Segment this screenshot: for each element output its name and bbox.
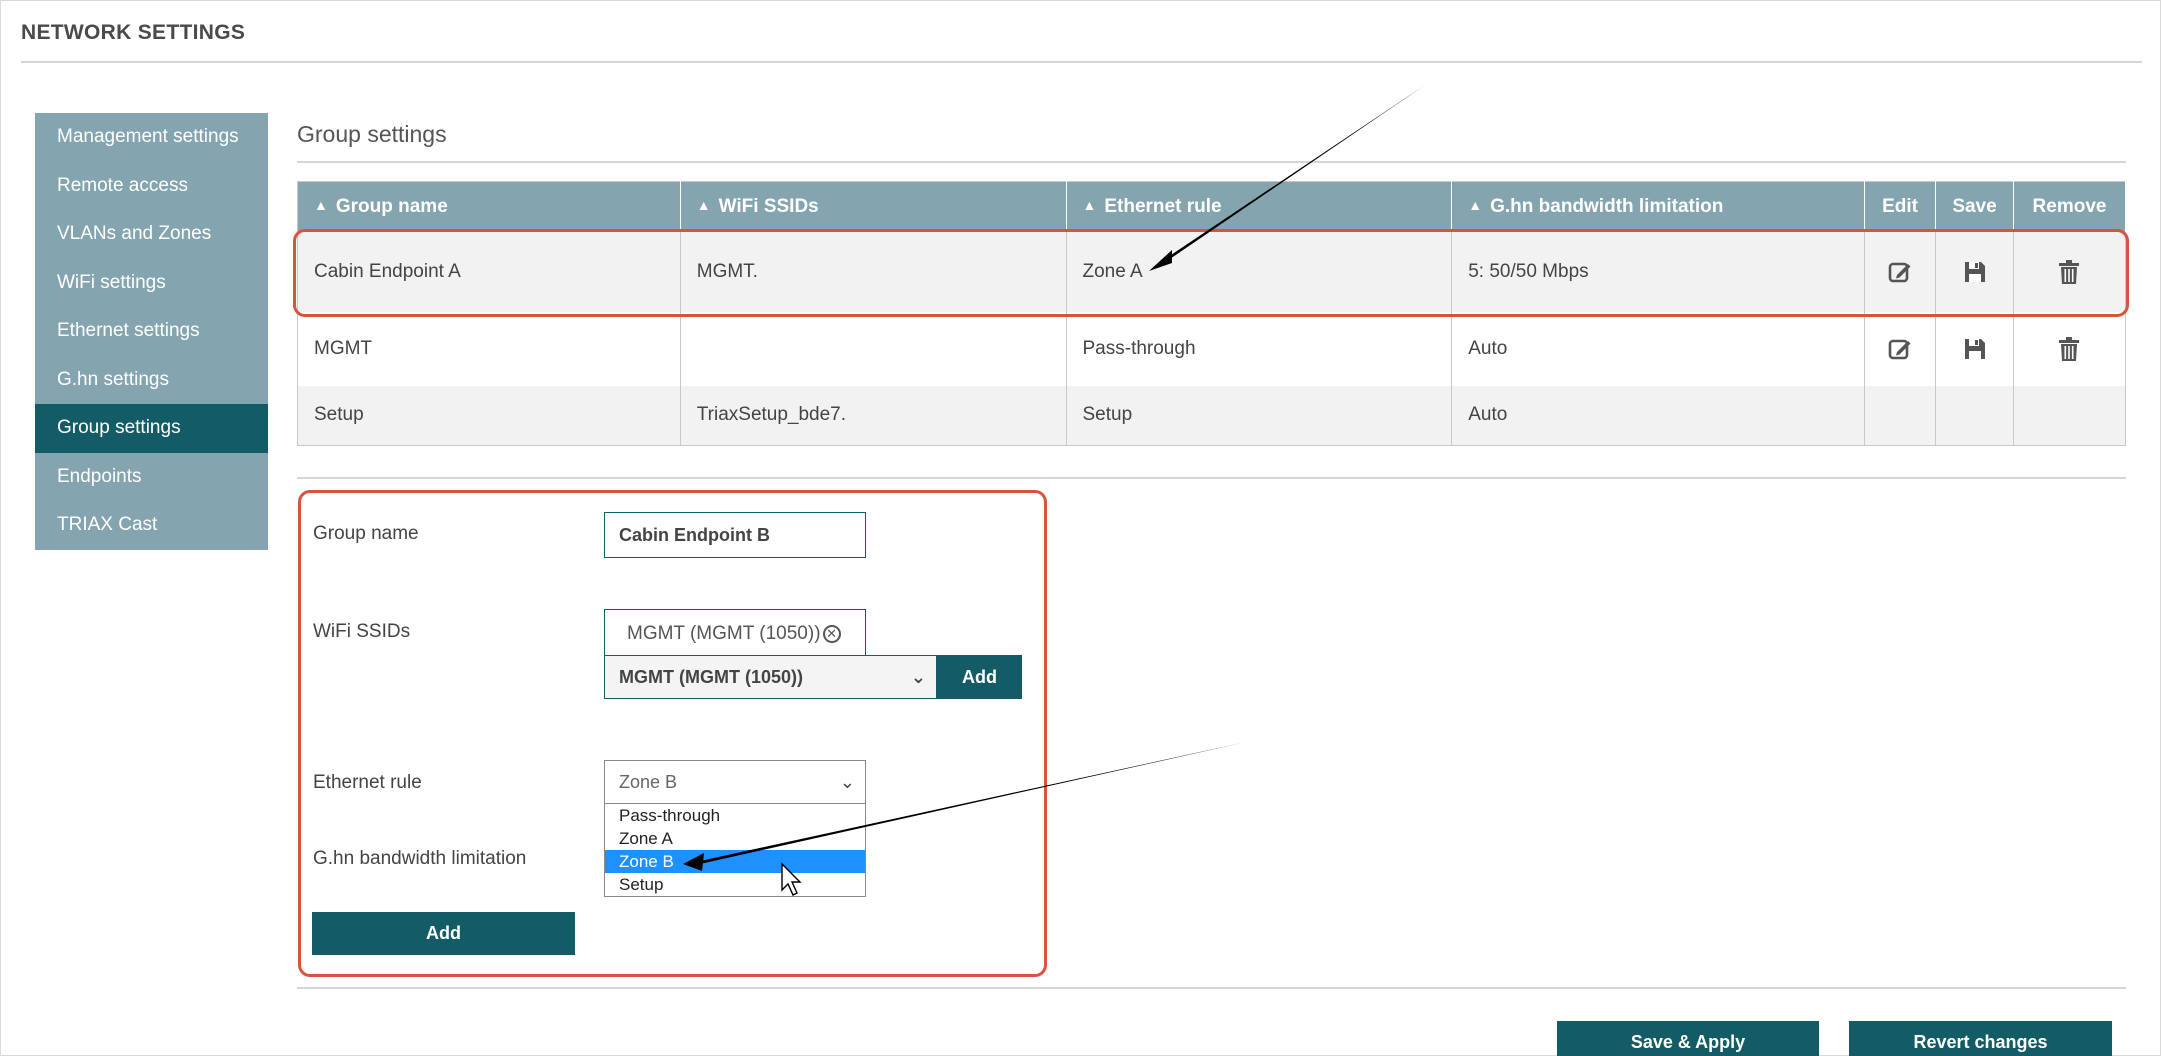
sidebar-item-wifi-settings[interactable]: WiFi settings <box>35 259 268 308</box>
group-table: ▲ Group name ▲ WiFi SSIDs ▲ Ethernet rule ▲… <box>297 181 2127 446</box>
sidebar-item-triax-cast[interactable]: TRIAX Cast <box>35 501 268 550</box>
divider <box>297 987 2126 989</box>
cell-group-name: Setup <box>297 385 681 446</box>
sort-caret-icon: ▲ <box>314 196 328 213</box>
table-row: Setup TriaxSetup_bde7. Setup Auto <box>297 385 2127 446</box>
column-header-label: WiFi SSIDs <box>718 195 819 217</box>
revert-changes-button[interactable]: Revert changes <box>1849 1021 2112 1056</box>
sidebar-item-ghn-settings[interactable]: G.hn settings <box>35 356 268 405</box>
sort-caret-icon: ▲ <box>1468 196 1483 213</box>
sort-caret-icon: ▲ <box>1082 196 1097 213</box>
cell-ethernet-rule: Zone A <box>1066 231 1453 312</box>
add-group-button[interactable]: Add <box>312 912 575 955</box>
dropdown-option-zone-a[interactable]: Zone A <box>605 827 865 850</box>
cell-save <box>1935 385 2014 446</box>
divider <box>297 161 2126 163</box>
sidebar: Management settings Remote access VLANs … <box>35 113 268 550</box>
highlight-box-form <box>298 490 1047 977</box>
column-header-ghn-bandwidth[interactable]: ▲ G.hn bandwidth limitation <box>1451 181 1866 232</box>
cell-edit <box>1864 385 1937 446</box>
dropdown-option-setup[interactable]: Setup <box>605 873 865 896</box>
chevron-down-icon: ⌄ <box>839 772 855 792</box>
cell-ghn-bandwidth: 5: 50/50 Mbps <box>1451 231 1866 312</box>
cell-wifi-ssids: MGMT. <box>680 231 1067 312</box>
column-header-wifi-ssids[interactable]: ▲ WiFi SSIDs <box>680 181 1067 232</box>
sidebar-item-vlans-and-zones[interactable]: VLANs and Zones <box>35 210 268 259</box>
cell-ethernet-rule: Setup <box>1066 385 1453 446</box>
ghn-bandwidth-label: G.hn bandwidth limitation <box>313 848 527 869</box>
cell-group-name: MGMT <box>297 311 681 386</box>
cell-wifi-ssids: TriaxSetup_bde7. <box>680 385 1067 446</box>
column-header-label: Ethernet rule <box>1104 195 1222 217</box>
group-name-label: Group name <box>313 523 419 544</box>
ethernet-rule-dropdown: Pass-through Zone A Zone B Setup <box>604 803 866 897</box>
sidebar-item-group-settings[interactable]: Group settings <box>35 404 268 453</box>
column-header-save: Save <box>1935 181 2014 232</box>
ethernet-rule-select[interactable]: Zone B ⌄ <box>604 760 866 804</box>
ethernet-rule-label: Ethernet rule <box>313 772 422 793</box>
add-ssid-button[interactable]: Add <box>937 655 1022 699</box>
sidebar-item-remote-access[interactable]: Remote access <box>35 162 268 211</box>
selected-ssid-chip-label: MGMT (MGMT (1050)) <box>627 623 821 644</box>
divider <box>21 61 2142 63</box>
wifi-ssids-label: WiFi SSIDs <box>313 621 411 642</box>
cell-remove <box>2013 311 2127 386</box>
trash-icon[interactable] <box>2056 259 2082 285</box>
table-header-row: ▲ Group name ▲ WiFi SSIDs ▲ Ethernet rule ▲… <box>297 181 2127 232</box>
sidebar-item-endpoints[interactable]: Endpoints <box>35 453 268 502</box>
column-header-remove: Remove <box>2013 181 2127 232</box>
wifi-ssid-select[interactable]: MGMT (MGMT (1050)) ⌄ <box>604 655 937 699</box>
divider <box>297 477 2126 479</box>
cell-wifi-ssids <box>680 311 1067 386</box>
column-header-label: G.hn bandwidth limitation <box>1490 195 1724 217</box>
selected-ssid-chip: MGMT (MGMT (1050)) ✕ <box>604 609 866 657</box>
edit-icon[interactable] <box>1887 336 1913 362</box>
cell-edit <box>1864 311 1937 386</box>
ethernet-rule-select-value: Zone B <box>619 772 678 792</box>
edit-icon[interactable] <box>1887 259 1913 285</box>
group-name-input[interactable] <box>604 512 866 558</box>
table-row: Cabin Endpoint A MGMT. Zone A 5: 50/50 M… <box>297 231 2127 312</box>
cell-remove <box>2013 385 2127 446</box>
save-icon[interactable] <box>1962 259 1988 285</box>
chevron-down-icon: ⌄ <box>910 667 926 687</box>
page-title: NETWORK SETTINGS <box>21 21 246 44</box>
save-and-apply-button[interactable]: Save & Apply <box>1557 1021 1819 1056</box>
sidebar-item-management-settings[interactable]: Management settings <box>35 113 268 162</box>
cell-ghn-bandwidth: Auto <box>1451 385 1866 446</box>
column-header-label: Group name <box>335 195 448 217</box>
trash-icon[interactable] <box>2056 336 2082 362</box>
column-header-group-name[interactable]: ▲ Group name <box>297 181 681 232</box>
dropdown-option-zone-b[interactable]: Zone B <box>605 850 865 873</box>
app-frame: NETWORK SETTINGS Management settings Rem… <box>0 0 2161 1056</box>
column-header-edit: Edit <box>1864 181 1937 232</box>
cell-group-name: Cabin Endpoint A <box>297 231 681 312</box>
remove-ssid-icon[interactable]: ✕ <box>822 625 841 643</box>
cell-remove <box>2013 231 2127 312</box>
dropdown-option-pass-through[interactable]: Pass-through <box>605 804 865 827</box>
save-icon[interactable] <box>1962 336 1988 362</box>
wifi-ssid-select-value: MGMT (MGMT (1050)) <box>619 667 803 687</box>
table-row: MGMT Pass-through Auto <box>297 311 2127 386</box>
sidebar-item-ethernet-settings[interactable]: Ethernet settings <box>35 307 268 356</box>
cell-ethernet-rule: Pass-through <box>1066 311 1453 386</box>
cell-ghn-bandwidth: Auto <box>1451 311 1866 386</box>
column-header-ethernet-rule[interactable]: ▲ Ethernet rule <box>1066 181 1453 232</box>
cell-edit <box>1864 231 1937 312</box>
sort-caret-icon: ▲ <box>696 196 711 213</box>
section-title: Group settings <box>297 121 447 147</box>
cell-save <box>1935 231 2014 312</box>
cell-save <box>1935 311 2014 386</box>
